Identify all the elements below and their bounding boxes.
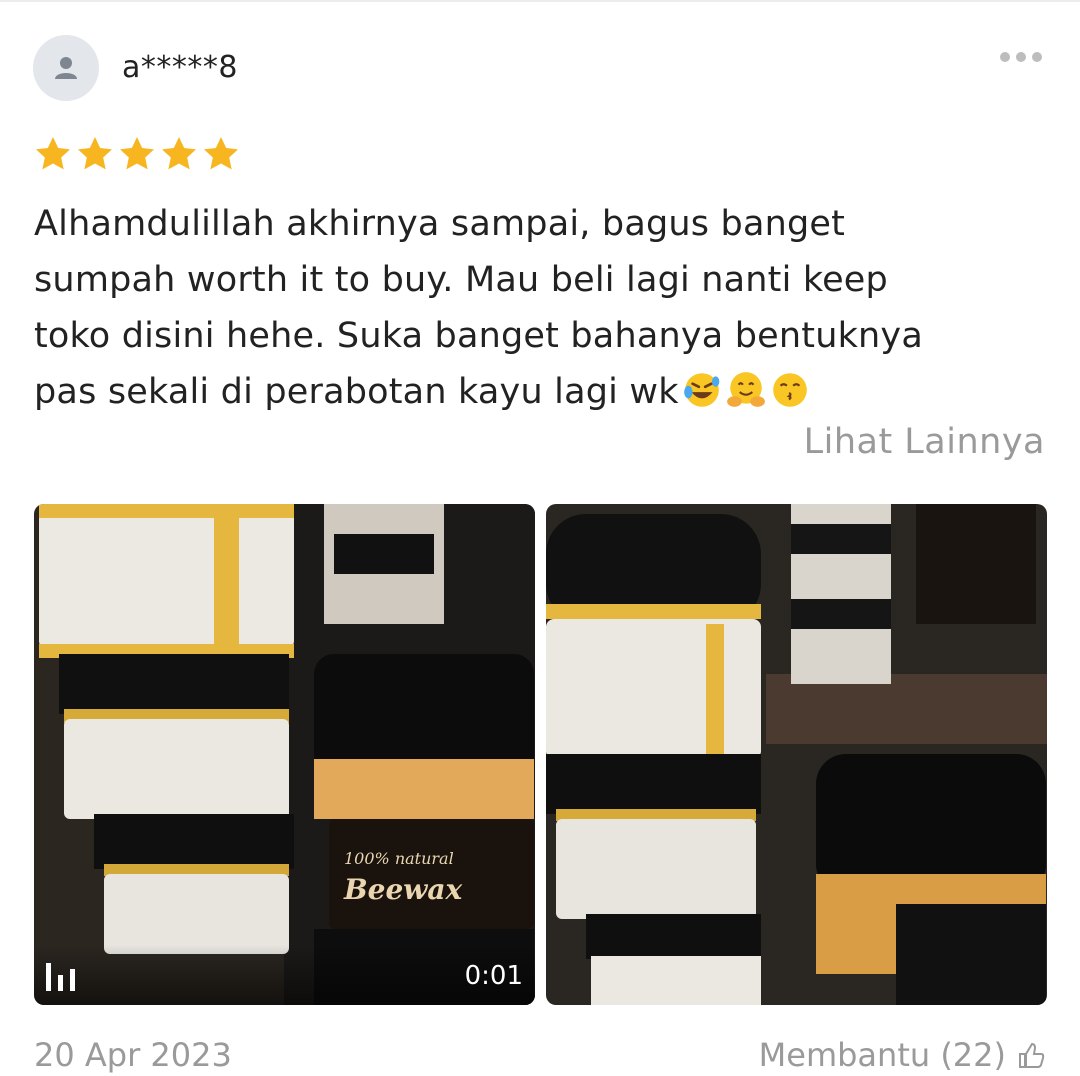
more-horizontal-icon[interactable] xyxy=(1000,48,1050,66)
review-video-thumbnail[interactable]: 100% natural Beewax 0:01 xyxy=(34,504,535,1005)
review-text-line: pas sekali di perabotan kayu lagi wk xyxy=(34,372,679,412)
star-icon xyxy=(78,137,112,170)
star-icon xyxy=(162,137,196,170)
review-text-line: sumpah worth it to buy. Mau beli lagi na… xyxy=(34,260,888,300)
review-footer: 20 Apr 2023 Membantu (22) xyxy=(34,1036,1046,1076)
reviewer-username: a*****8 xyxy=(122,50,238,85)
avatar[interactable] xyxy=(33,35,99,101)
helpful-button[interactable]: Membantu (22) xyxy=(759,1036,1006,1074)
video-duration: 0:01 xyxy=(464,961,523,991)
hugging-face-emoji-icon xyxy=(726,372,765,407)
star-icon xyxy=(36,137,70,170)
review-text: Alhamdulillah akhirnya sampai, bagus ban… xyxy=(34,196,1044,420)
product-jars-image: 100% natural Beewax xyxy=(34,504,535,1005)
star-icon xyxy=(204,137,238,170)
see-more-link[interactable]: Lihat Lainnya xyxy=(804,422,1045,462)
person-icon xyxy=(55,57,77,79)
thumbs-up-icon[interactable] xyxy=(1016,1040,1046,1070)
review-text-line: Alhamdulillah akhirnya sampai, bagus ban… xyxy=(34,204,846,244)
video-overlay xyxy=(34,945,535,1005)
product-jars-photo-image xyxy=(546,504,1047,1005)
video-bars-icon xyxy=(46,963,75,991)
review-photo-thumbnail[interactable] xyxy=(546,504,1047,1005)
review-text-line: toko disini hehe. Suka banget bahanya be… xyxy=(34,316,923,356)
top-divider xyxy=(0,0,1080,2)
rolling-laughing-emoji-icon xyxy=(683,373,720,407)
review-text-line-last: pas sekali di perabotan kayu lagi wk xyxy=(34,364,1044,420)
review-date: 20 Apr 2023 xyxy=(34,1036,232,1074)
kissing-face-emoji-icon xyxy=(772,373,807,407)
svg-text:Beewax: Beewax xyxy=(343,873,463,906)
svg-text:100% natural: 100% natural xyxy=(344,849,454,868)
rating-stars xyxy=(33,134,241,174)
star-icon xyxy=(120,137,154,170)
